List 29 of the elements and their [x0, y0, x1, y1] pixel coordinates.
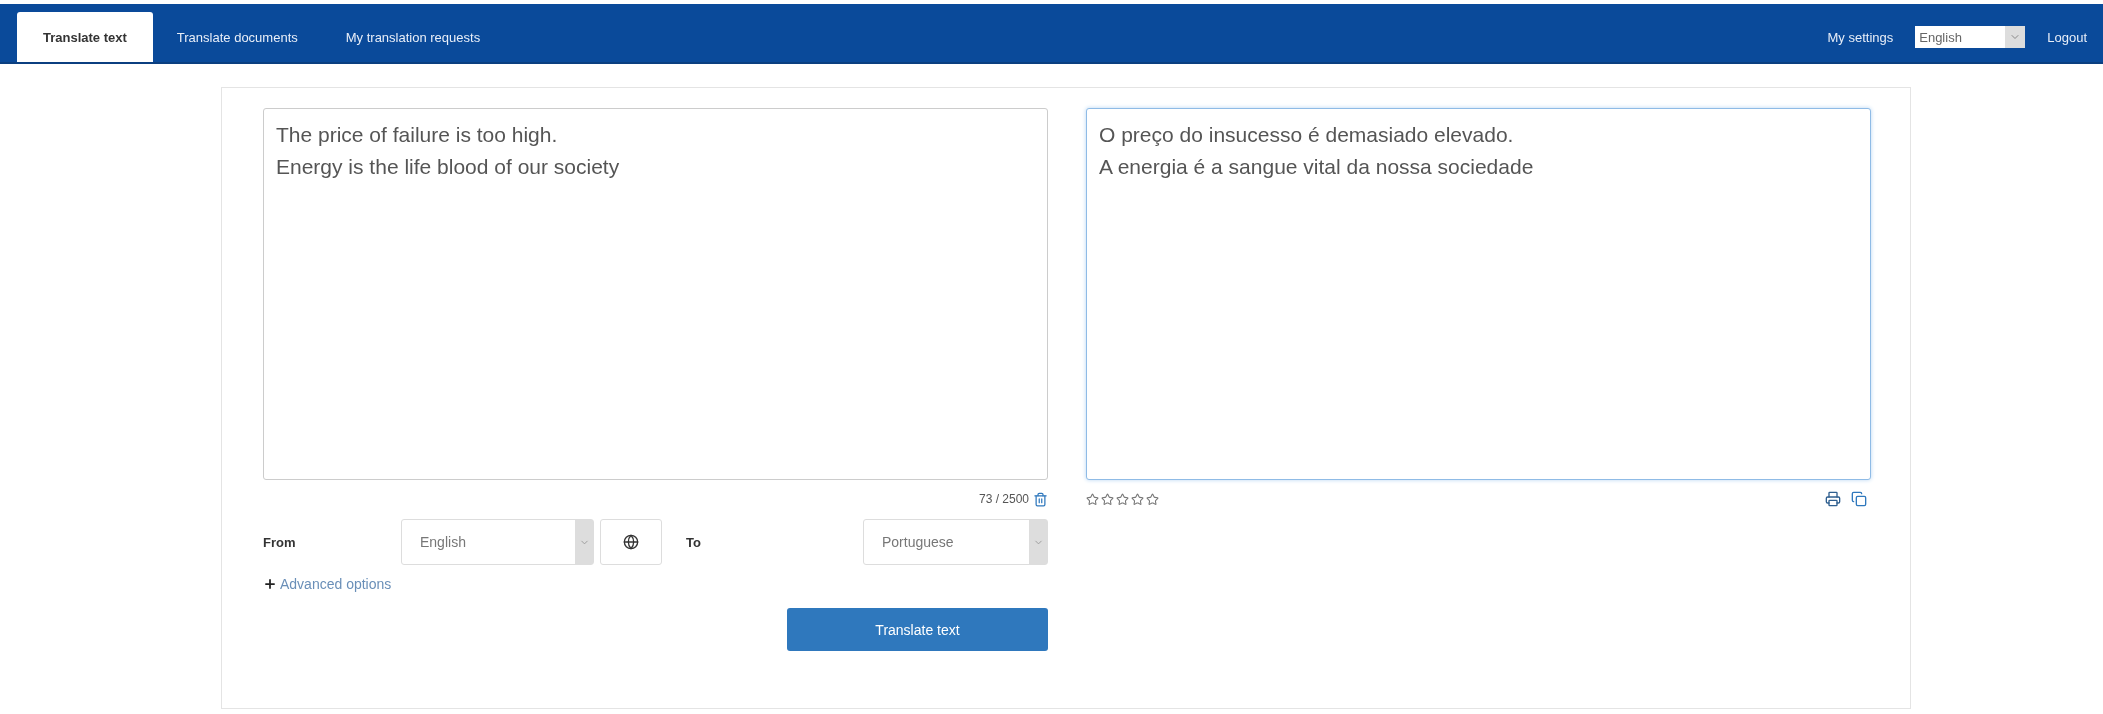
- source-language-select[interactable]: English: [401, 519, 594, 565]
- to-label: To: [686, 534, 701, 550]
- star-icon[interactable]: [1116, 492, 1129, 506]
- star-icon[interactable]: [1086, 492, 1099, 506]
- rating-stars[interactable]: [1086, 492, 1159, 506]
- source-text-field[interactable]: The price of failure is too high. Energy is the life blood of our society: [263, 108, 1048, 480]
- globe-icon: [623, 534, 639, 550]
- nav-tab[interactable]: Translate text: [17, 12, 153, 62]
- caret-icon: [2005, 26, 2026, 48]
- star-icon[interactable]: [1131, 492, 1144, 506]
- translate-button[interactable]: Translate text: [787, 608, 1048, 651]
- nav-tab[interactable]: Translate documents: [152, 12, 322, 62]
- trash-icon[interactable]: [1033, 491, 1048, 507]
- caret-icon: [575, 520, 593, 564]
- print-icon[interactable]: [1825, 491, 1841, 507]
- plus-icon: [263, 577, 277, 591]
- star-icon[interactable]: [1101, 492, 1114, 506]
- star-icon[interactable]: [1146, 492, 1159, 506]
- language-select[interactable]: English: [1915, 26, 2026, 48]
- detect-language-button[interactable]: [600, 519, 662, 565]
- from-label: From: [263, 534, 297, 550]
- translation-text-field[interactable]: O preço do insucesso é demasiado elevado. A energia é a sangue vital da nossa sociedade: [1086, 108, 1871, 480]
- settings-link[interactable]: My settings: [1827, 29, 1894, 45]
- copy-icon[interactable]: [1851, 491, 1867, 507]
- nav-tab[interactable]: My translation requests: [321, 12, 505, 62]
- character-counter: 73 / 2500: [978, 492, 1029, 506]
- logout-link[interactable]: Logout: [2047, 29, 2087, 45]
- caret-icon: [1029, 520, 1047, 564]
- target-language-select[interactable]: Portuguese: [863, 519, 1048, 565]
